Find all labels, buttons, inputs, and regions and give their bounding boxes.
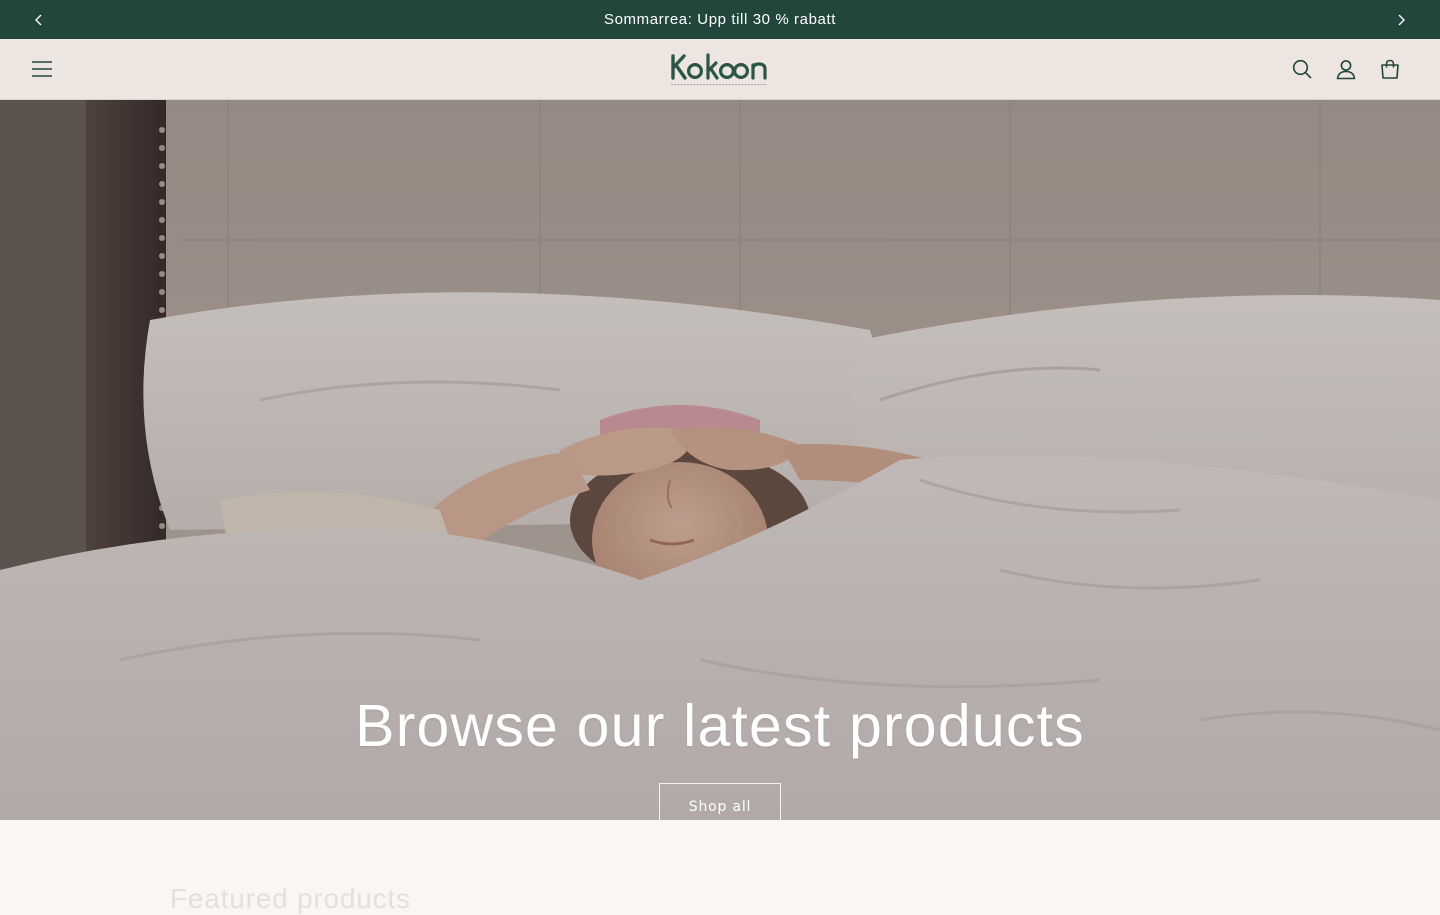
kokoon-logo	[671, 53, 767, 85]
chevron-right-icon	[1398, 14, 1405, 25]
featured-products-title: Featured products	[170, 883, 411, 914]
hamburger-menu-icon	[32, 61, 52, 77]
hero-content: Browse our latest products Shop all	[0, 690, 1440, 820]
site-header	[0, 39, 1440, 100]
featured-products-section: Featured products	[0, 820, 1440, 914]
shop-all-button[interactable]: Shop all	[659, 783, 781, 820]
announcement-prev-button[interactable]	[19, 0, 59, 39]
hero-title: Browse our latest products	[355, 693, 1085, 759]
search-icon	[1292, 59, 1312, 79]
announcement-next-button[interactable]	[1381, 0, 1421, 39]
hero-banner: Browse our latest products Shop all	[0, 100, 1440, 820]
announcement-bar: Sommarrea: Upp till 30 % rabatt	[0, 0, 1440, 39]
chevron-left-icon	[35, 14, 42, 25]
menu-button[interactable]	[20, 47, 64, 91]
account-button[interactable]	[1324, 47, 1368, 91]
cart-icon	[1381, 59, 1399, 79]
announcement-text: Sommarrea: Upp till 30 % rabatt	[603, 11, 837, 28]
account-icon	[1336, 59, 1356, 79]
cart-button[interactable]	[1368, 47, 1412, 91]
site-logo[interactable]	[620, 49, 820, 89]
search-button[interactable]	[1280, 47, 1324, 91]
